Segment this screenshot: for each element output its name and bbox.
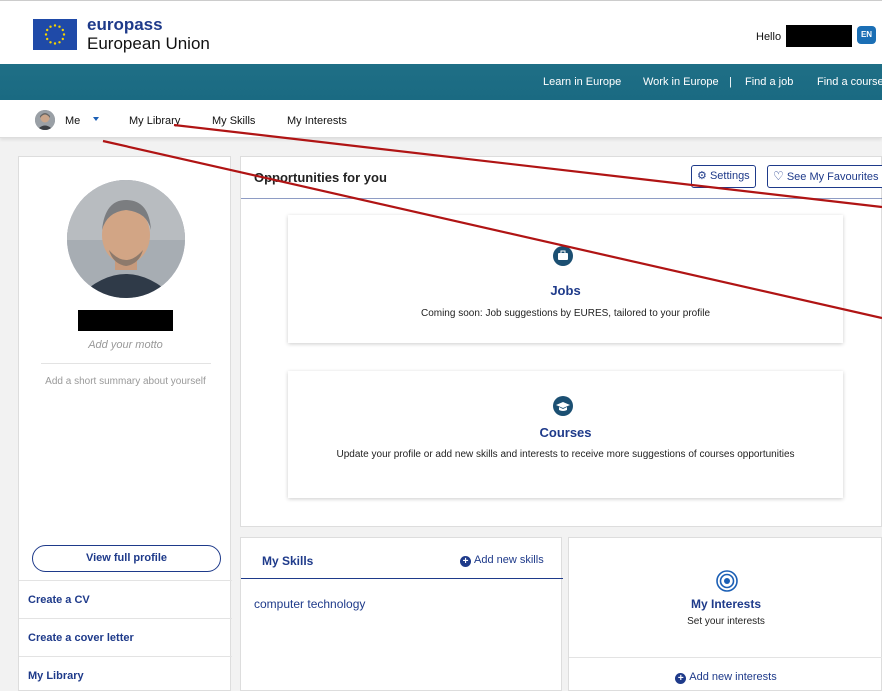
nav-find-a-job[interactable]: Find a job: [745, 76, 793, 88]
nav-my-library[interactable]: My Library: [129, 115, 180, 127]
sub-nav: Me My Library My Skills My Interests: [0, 100, 882, 138]
create-cover-letter-link[interactable]: Create a cover letter: [19, 618, 232, 656]
motto-placeholder[interactable]: Add your motto: [19, 339, 232, 351]
interests-title[interactable]: My Interests: [569, 597, 882, 611]
jobs-title: Jobs: [550, 283, 581, 298]
favourites-label: See My Favourites: [786, 171, 879, 183]
heart-icon: ♡: [773, 169, 784, 183]
summary-placeholder[interactable]: Add a short summary about yourself: [19, 376, 232, 387]
profile-photo[interactable]: [67, 180, 185, 298]
profile-card: Add your motto Add a short summary about…: [18, 156, 232, 691]
avatar[interactable]: [35, 110, 55, 130]
plus-icon: +: [460, 556, 471, 567]
graduation-cap-icon: [553, 396, 573, 416]
language-button[interactable]: EN: [857, 26, 876, 44]
greeting: Hello: [756, 31, 782, 43]
settings-label: Settings: [709, 170, 750, 182]
username-redacted: [786, 25, 852, 47]
brand-org: European Union: [87, 34, 210, 53]
nav-my-skills[interactable]: My Skills: [212, 115, 255, 127]
divider: [241, 198, 882, 199]
name-redacted: [78, 310, 173, 331]
nav-find-a-course[interactable]: Find a course: [817, 76, 882, 88]
chevron-down-icon[interactable]: [93, 117, 99, 121]
plus-icon: +: [675, 673, 687, 684]
target-icon: [716, 570, 738, 592]
interests-panel: My Interests Set your interests + Add new…: [568, 537, 882, 691]
divider: [241, 578, 563, 579]
add-skills-label: Add new skills: [474, 554, 544, 566]
opportunities-title: Opportunities for you: [254, 170, 387, 185]
courses-card[interactable]: Courses Update your profile or add new s…: [288, 371, 843, 498]
skills-title: My Skills: [262, 554, 314, 568]
settings-button[interactable]: ⚙ Settings: [691, 165, 756, 188]
add-skills-button[interactable]: + Add new skills: [460, 554, 544, 567]
nav-my-interests[interactable]: My Interests: [287, 115, 347, 127]
nav-me[interactable]: Me: [65, 115, 80, 127]
gear-icon: ⚙: [697, 170, 707, 182]
add-interests-label: Add new interests: [689, 671, 777, 683]
nav-separator: |: [729, 76, 732, 88]
opportunities-panel: Opportunities for you ⚙ Settings ♡ See M…: [240, 156, 882, 527]
add-interests-button[interactable]: + Add new interests: [569, 671, 882, 684]
my-library-link[interactable]: My Library: [19, 656, 232, 691]
create-cv-link[interactable]: Create a CV: [19, 580, 232, 618]
jobs-description: Coming soon: Job suggestions by EURES, t…: [420, 308, 711, 319]
main-nav: Learn in Europe Work in Europe | Find a …: [0, 64, 882, 100]
interests-subtitle: Set your interests: [687, 616, 765, 627]
brand-name: europass: [87, 15, 163, 34]
briefcase-icon: [553, 246, 573, 266]
divider: [569, 657, 882, 658]
courses-title: Courses: [539, 425, 592, 440]
courses-description: Update your profile or add new skills an…: [336, 449, 795, 460]
view-full-profile-button[interactable]: View full profile: [32, 545, 221, 572]
eu-flag-logo[interactable]: [33, 19, 77, 50]
jobs-card[interactable]: Jobs Coming soon: Job suggestions by EUR…: [288, 215, 843, 343]
skill-item[interactable]: computer technology: [254, 597, 365, 611]
top-header: europass European Union Hello EN: [0, 0, 882, 64]
nav-learn-in-europe[interactable]: Learn in Europe: [543, 76, 621, 88]
see-favourites-button[interactable]: ♡ See My Favourites: [767, 165, 882, 188]
divider: [41, 363, 211, 364]
skills-panel: My Skills + Add new skills computer techn…: [240, 537, 563, 691]
nav-work-in-europe[interactable]: Work in Europe: [643, 76, 719, 88]
